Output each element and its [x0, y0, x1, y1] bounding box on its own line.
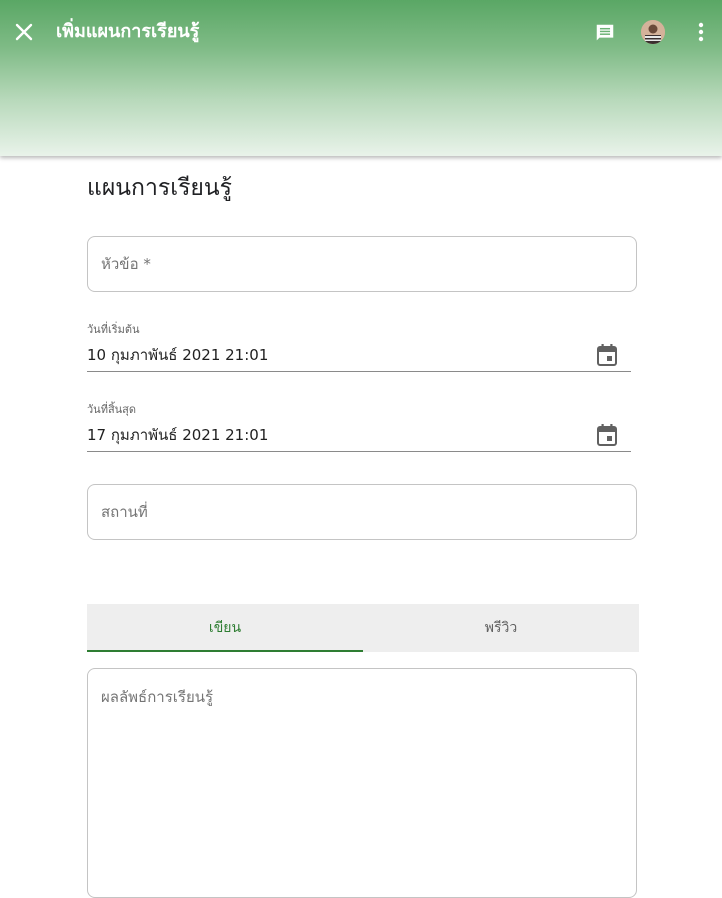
avatar[interactable]: [641, 20, 665, 44]
close-icon: [15, 23, 33, 41]
page-title: เพิ่มแผนการเรียนรู้: [56, 21, 200, 42]
comment-button[interactable]: [592, 20, 618, 46]
learning-outcome-input[interactable]: [88, 669, 636, 889]
tab-write[interactable]: เขียน: [87, 604, 363, 652]
start-date-field[interactable]: วันที่เริ่มต้น 10 กุมภาพันธ์ 2021 21:01: [87, 323, 631, 372]
calendar-icon: [597, 424, 617, 446]
end-date-value[interactable]: 17 กุมภาพันธ์ 2021 21:01: [87, 425, 268, 445]
more-vert-icon: [698, 22, 704, 42]
learning-outcome-field[interactable]: [87, 668, 637, 898]
tab-preview[interactable]: พรีวิว: [363, 604, 639, 652]
start-date-picker-button[interactable]: [595, 343, 619, 367]
title-field[interactable]: [87, 236, 637, 292]
start-date-value[interactable]: 10 กุมภาพันธ์ 2021 21:01: [87, 345, 268, 365]
form-heading: แผนการเรียนรู้: [87, 175, 232, 201]
start-date-label: วันที่เริ่มต้น: [87, 323, 140, 336]
avatar-image: [641, 20, 665, 44]
location-field[interactable]: [87, 484, 637, 540]
end-date-field[interactable]: วันที่สิ้นสุด 17 กุมภาพันธ์ 2021 21:01: [87, 403, 631, 452]
app-bar: เพิ่มแผนการเรียนรู้: [0, 0, 722, 156]
close-button[interactable]: [10, 18, 38, 46]
title-input[interactable]: [88, 237, 636, 291]
location-input[interactable]: [88, 485, 636, 539]
end-date-picker-button[interactable]: [595, 423, 619, 447]
end-date-label: วันที่สิ้นสุด: [87, 403, 137, 416]
more-options-button[interactable]: [689, 20, 713, 44]
comment-icon: [596, 24, 614, 41]
editor-tabs: เขียน พรีวิว: [87, 604, 639, 652]
calendar-icon: [597, 344, 617, 366]
